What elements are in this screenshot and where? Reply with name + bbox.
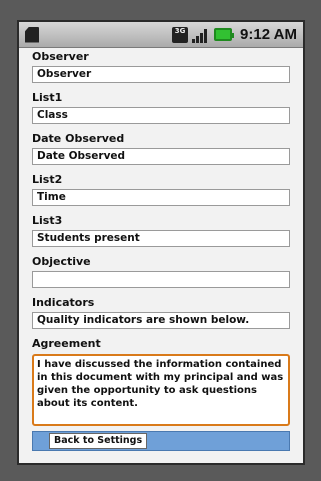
list3-field[interactable]: Students present (32, 230, 290, 247)
date-observed-label: Date Observed (32, 132, 125, 145)
agreement-label: Agreement (32, 337, 101, 350)
network-3g-icon: 3G (172, 26, 189, 43)
date-observed-field[interactable]: Date Observed (32, 148, 290, 165)
observer-field[interactable]: Observer (32, 66, 290, 83)
list2-field[interactable]: Time (32, 189, 290, 206)
indicators-label: Indicators (32, 296, 95, 309)
phone-screen: 3G 9:12 AM Observer Observer List1 Class… (17, 20, 305, 465)
battery-icon (214, 28, 235, 41)
agreement-textarea[interactable]: I have discussed the information contain… (32, 354, 290, 426)
list3-label: List3 (32, 214, 63, 227)
back-to-settings-button[interactable]: Back to Settings (49, 433, 148, 449)
objective-field[interactable] (32, 271, 290, 288)
list1-field[interactable]: Class (32, 107, 290, 124)
sd-card-icon (25, 26, 39, 43)
status-bar: 3G 9:12 AM (19, 22, 303, 48)
signal-icon (192, 27, 210, 43)
objective-label: Objective (32, 255, 91, 268)
network-label: 3G (174, 26, 186, 35)
indicators-field[interactable]: Quality indicators are shown below. (32, 312, 290, 329)
list1-label: List1 (32, 91, 63, 104)
observer-label: Observer (32, 50, 89, 63)
list2-label: List2 (32, 173, 63, 186)
footer-bar: Back to Settings (32, 431, 290, 451)
status-clock: 9:12 AM (240, 26, 297, 43)
observation-form: Observer Observer List1 Class Date Obser… (19, 48, 303, 463)
